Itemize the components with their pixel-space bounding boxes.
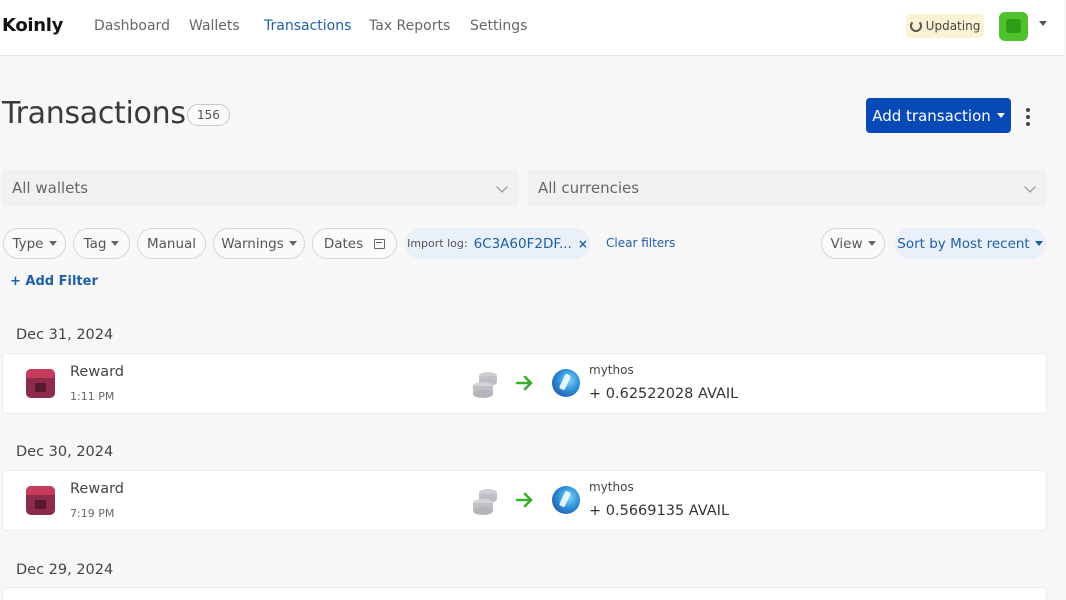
transaction-row[interactable]: Reward 7:19 PM mythos + 0.5669135 AVAIL (2, 470, 1047, 531)
transaction-time: 1:11 PM (70, 390, 115, 403)
chevron-down-icon[interactable] (1039, 21, 1047, 26)
caret-down-icon (996, 113, 1005, 118)
caret-down-icon (867, 241, 876, 246)
warnings-filter-label: Warnings (221, 235, 284, 252)
manual-filter-label: Manual (146, 235, 197, 252)
arrow-right-icon (515, 492, 533, 508)
sort-button[interactable]: Sort by Most recent (894, 228, 1046, 259)
caret-down-icon (1034, 241, 1043, 246)
caret-down-icon (288, 241, 297, 246)
import-log-filter-chip[interactable]: Import log: 6C3A60F2DF... × (405, 228, 590, 259)
nav-transactions[interactable]: Transactions (264, 18, 351, 34)
koinly-logo[interactable]: Koinly (2, 15, 63, 36)
more-options-icon[interactable] (1024, 108, 1032, 126)
currencies-select-value: All currencies (538, 179, 640, 197)
user-avatar[interactable] (999, 12, 1028, 41)
page-title: Transactions (2, 96, 186, 131)
transaction-count-badge: 156 (187, 104, 230, 126)
close-icon[interactable]: × (578, 237, 588, 251)
dates-filter-label: Dates (323, 235, 364, 252)
transaction-time: 7:19 PM (70, 507, 115, 520)
transaction-type: Reward (70, 364, 124, 380)
tag-filter-button[interactable]: Tag (73, 228, 130, 259)
caret-down-icon (48, 241, 57, 246)
date-header: Dec 29, 2024 (16, 562, 114, 578)
transaction-type: Reward (70, 481, 124, 497)
wallet-icon (26, 369, 55, 398)
warnings-filter-button[interactable]: Warnings (213, 228, 305, 259)
avail-token-icon (552, 486, 580, 514)
add-transaction-label: Add transaction (872, 106, 991, 125)
updating-label: Updating (925, 19, 981, 33)
wallet-name: mythos (589, 363, 634, 377)
type-filter-button[interactable]: Type (3, 228, 66, 259)
avail-token-icon (552, 369, 580, 397)
clear-filters-link[interactable]: Clear filters (606, 236, 675, 250)
date-header: Dec 30, 2024 (16, 444, 114, 460)
import-log-value: 6C3A60F2DF... (473, 235, 572, 252)
wallets-select-value: All wallets (12, 179, 89, 197)
date-header: Dec 31, 2024 (16, 327, 114, 343)
nav-tax-reports[interactable]: Tax Reports (369, 18, 450, 34)
wallets-select[interactable]: All wallets (2, 170, 518, 206)
transaction-row[interactable] (2, 587, 1047, 600)
import-log-label: Import log: (407, 237, 468, 250)
coins-icon (473, 372, 497, 398)
wallet-name: mythos (589, 480, 634, 494)
top-navbar: Koinly Dashboard Wallets Transactions Ta… (0, 0, 1064, 56)
type-filter-label: Type (12, 235, 44, 252)
transaction-amount: + 0.5669135 AVAIL (589, 503, 730, 519)
dates-filter-button[interactable]: Dates (312, 228, 397, 259)
arrow-right-icon (515, 375, 533, 391)
view-button[interactable]: View (821, 228, 885, 259)
wallet-icon (26, 486, 55, 515)
sort-label: Sort by Most recent (897, 235, 1030, 252)
add-filter-link[interactable]: + Add Filter (10, 274, 98, 289)
coins-icon (473, 489, 497, 515)
add-transaction-button[interactable]: Add transaction (866, 98, 1011, 133)
nav-wallets[interactable]: Wallets (189, 18, 240, 34)
chevron-down-icon (496, 181, 508, 193)
chevron-down-icon (1024, 181, 1036, 193)
nav-settings[interactable]: Settings (470, 18, 527, 34)
currencies-select[interactable]: All currencies (528, 170, 1046, 206)
transaction-row[interactable]: Reward 1:11 PM mythos + 0.62522028 AVAIL (2, 353, 1047, 414)
caret-down-icon (111, 241, 120, 246)
updating-badge: Updating (906, 14, 984, 38)
spinner-icon (909, 20, 922, 32)
transaction-amount: + 0.62522028 AVAIL (589, 386, 739, 402)
calendar-icon (374, 238, 386, 249)
view-label: View (830, 235, 863, 252)
nav-dashboard[interactable]: Dashboard (94, 18, 170, 34)
manual-filter-button[interactable]: Manual (137, 228, 206, 259)
tag-filter-label: Tag (83, 235, 107, 252)
